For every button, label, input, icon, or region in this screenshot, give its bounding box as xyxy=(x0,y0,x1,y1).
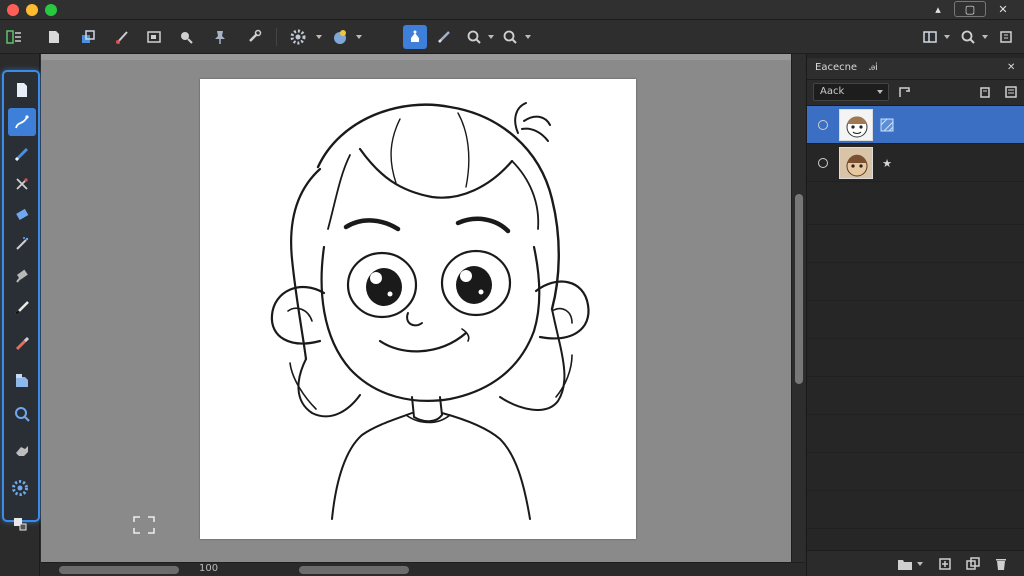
horizontal-scroll-segment[interactable] xyxy=(299,566,409,574)
child-portrait-sketch xyxy=(270,102,590,520)
layer-thumbnail xyxy=(839,109,873,141)
file-icon[interactable] xyxy=(8,76,36,104)
star-icon: ★ xyxy=(882,156,892,170)
curve-icon[interactable] xyxy=(8,108,36,136)
folder-dropdown-caret[interactable] xyxy=(917,562,923,566)
hand-icon[interactable] xyxy=(8,436,36,464)
marker-icon[interactable] xyxy=(8,330,36,358)
magnifier-icon[interactable] xyxy=(8,400,36,428)
layer-divider xyxy=(807,338,1024,339)
tab-layers[interactable]: Eacecne xyxy=(815,62,857,73)
color-icon[interactable] xyxy=(330,27,350,47)
layer-menu-icon[interactable] xyxy=(1003,84,1019,100)
transform-icon[interactable] xyxy=(78,27,98,47)
layer-divider xyxy=(807,262,1024,263)
layer-thumbnail xyxy=(839,147,873,179)
blend-mode-select[interactable]: Aack xyxy=(813,83,889,101)
layer-visibility-toggle[interactable] xyxy=(818,158,828,168)
toolbar-separator xyxy=(276,28,277,46)
duplicate-layer-icon[interactable] xyxy=(965,556,981,572)
layer-divider xyxy=(807,376,1024,377)
maximize-window-button[interactable] xyxy=(45,4,57,16)
zoom-level[interactable]: 100 xyxy=(199,563,218,574)
panel-tab-bar: Eacecne ꭿi ✕ xyxy=(807,58,1024,80)
left-toolbox xyxy=(0,54,40,576)
layer-divider xyxy=(807,452,1024,453)
color-swap-icon[interactable] xyxy=(6,510,34,538)
tool-group xyxy=(2,70,40,522)
delete-layer-icon[interactable] xyxy=(993,556,1009,572)
layer-actions-bar xyxy=(807,550,1024,576)
main-toolbar xyxy=(0,20,1024,54)
color-dropdown-caret[interactable] xyxy=(356,35,362,39)
smudge-icon[interactable] xyxy=(8,262,36,290)
empty-layer-slots xyxy=(807,188,1024,548)
frame-icon[interactable] xyxy=(144,27,164,47)
pattern-icon xyxy=(879,117,895,133)
pin-icon[interactable] xyxy=(210,27,230,47)
layout-dropdown-caret[interactable] xyxy=(944,35,950,39)
blend-mode-value: Aack xyxy=(820,86,845,97)
zoom-out-icon[interactable] xyxy=(500,27,520,47)
drawing-canvas[interactable] xyxy=(200,79,636,539)
clipping-icon[interactable] xyxy=(897,84,913,100)
panel-layout-icon[interactable] xyxy=(920,27,940,47)
settings-icon[interactable] xyxy=(288,27,308,47)
fill-tool-icon[interactable] xyxy=(403,25,427,49)
layer-divider xyxy=(807,300,1024,301)
lock-layer-icon[interactable] xyxy=(977,84,993,100)
minimize-window-button[interactable] xyxy=(26,4,38,16)
menu-icon[interactable] xyxy=(996,27,1016,47)
new-layer-icon[interactable] xyxy=(937,556,953,572)
pencil-icon[interactable] xyxy=(8,140,36,168)
search-dropdown-caret[interactable] xyxy=(982,35,988,39)
file-icon[interactable] xyxy=(44,27,64,47)
fill-icon[interactable] xyxy=(8,366,36,394)
zoom-in-dropdown-caret[interactable] xyxy=(488,35,494,39)
brush-icon[interactable] xyxy=(112,27,132,47)
airbrush-icon[interactable] xyxy=(8,230,36,258)
layer-divider xyxy=(807,528,1024,529)
pen-icon[interactable] xyxy=(434,27,454,47)
settings-gear-icon[interactable] xyxy=(6,474,34,502)
eraser-icon[interactable] xyxy=(8,200,36,228)
close-button[interactable]: ✕ xyxy=(987,0,1019,18)
layer-sketch[interactable] xyxy=(807,106,1024,144)
layer-color[interactable]: ★ xyxy=(807,144,1024,182)
selection-marquee-icon[interactable] xyxy=(133,516,155,534)
vertical-scroll-thumb[interactable] xyxy=(795,194,803,384)
wrench-icon[interactable] xyxy=(244,27,264,47)
layers-panel: Eacecne ꭿi ✕ Aack ★ xyxy=(806,54,1024,576)
tab-secondary[interactable]: ꭿi xyxy=(869,62,878,73)
restore-button[interactable]: ▢ xyxy=(954,1,986,17)
drawing-app-window: ▴ ▢ ✕ 100 Eacecne ꭿi ✕ Aack ★ xyxy=(0,0,1024,576)
layer-divider xyxy=(807,224,1024,225)
vertical-scrollbar[interactable] xyxy=(791,54,805,562)
chevron-down-icon xyxy=(877,90,883,94)
zoom-in-icon[interactable] xyxy=(464,27,484,47)
close-window-button[interactable] xyxy=(7,4,19,16)
minimize-button[interactable]: ▴ xyxy=(922,0,954,18)
panel-close-button[interactable]: ✕ xyxy=(1007,62,1015,73)
layer-divider xyxy=(807,490,1024,491)
layer-divider xyxy=(807,414,1024,415)
ink-pen-icon[interactable] xyxy=(8,294,36,322)
lasso-icon[interactable] xyxy=(8,170,36,198)
horizontal-scroll-thumb[interactable] xyxy=(59,566,179,574)
layer-options-row: Aack xyxy=(807,80,1024,106)
zoom-out-dropdown-caret[interactable] xyxy=(525,35,531,39)
layer-visibility-toggle[interactable] xyxy=(818,120,828,130)
settings-dropdown-caret[interactable] xyxy=(316,35,322,39)
magnify-icon[interactable] xyxy=(176,27,196,47)
horizontal-scrollbar[interactable]: 100 xyxy=(41,562,805,576)
top-ruler xyxy=(41,54,791,60)
layers-icon[interactable] xyxy=(4,27,24,47)
search-icon[interactable] xyxy=(958,27,978,47)
new-folder-icon[interactable] xyxy=(897,556,913,572)
title-bar: ▴ ▢ ✕ xyxy=(0,0,1024,20)
